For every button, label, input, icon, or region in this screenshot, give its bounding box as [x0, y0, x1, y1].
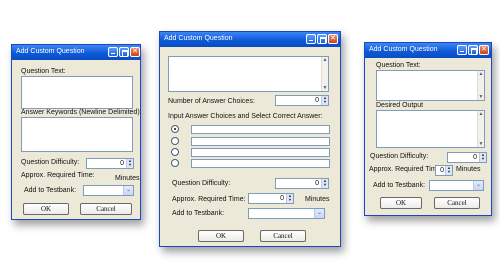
- close-icon[interactable]: ✕: [479, 45, 489, 55]
- spinner-arrows[interactable]: ▲ ▼: [321, 179, 328, 188]
- spinner-arrows[interactable]: ▲ ▼: [286, 194, 293, 203]
- scroll-up-icon[interactable]: ▲: [478, 71, 484, 77]
- left-dialog: Add Custom Question ✕ Question Text: Ans…: [11, 44, 142, 220]
- question-text-area[interactable]: ▲ ▼: [168, 56, 329, 92]
- window-title: Add Custom Question: [369, 46, 438, 53]
- choice-radio-1[interactable]: [171, 125, 179, 133]
- answer-keywords-label: Answer Keywords (Newline Delimited):: [21, 109, 142, 116]
- middle-dialog: Add Custom Question ✕ ▲ ▼ Number of Answ…: [159, 31, 341, 247]
- title-bar[interactable]: Add Custom Question ✕: [160, 32, 340, 47]
- testbank-label: Add to Testbank:: [24, 187, 77, 194]
- spin-down-icon[interactable]: ▼: [322, 183, 328, 187]
- question-text-label: Question Text:: [376, 62, 421, 69]
- time-label: Approx. Required Time:: [172, 196, 246, 203]
- title-bar[interactable]: Add Custom Question ✕: [12, 45, 140, 60]
- choice-radio-4[interactable]: [171, 159, 179, 167]
- instructions-label: Input Answer Choices and Select Correct …: [168, 113, 323, 120]
- spin-down-icon[interactable]: ▼: [480, 157, 486, 161]
- spinner-arrows[interactable]: ▲ ▼: [445, 166, 452, 175]
- close-icon[interactable]: ✕: [328, 34, 338, 44]
- spin-down-icon[interactable]: ▼: [287, 198, 293, 202]
- testbank-label: Add to Testbank:: [373, 182, 426, 189]
- num-choices-spinner[interactable]: 0 ▲ ▼: [275, 95, 329, 106]
- question-text-area[interactable]: [21, 76, 133, 109]
- ok-button[interactable]: OK: [23, 203, 69, 215]
- difficulty-label: Question Difficulty:: [370, 153, 429, 160]
- spinner-arrows[interactable]: ▲ ▼: [126, 159, 133, 168]
- title-bar[interactable]: Add Custom Question ✕: [365, 43, 491, 58]
- choice-input-4[interactable]: [191, 159, 330, 168]
- ok-button[interactable]: OK: [380, 197, 422, 209]
- scroll-up-icon[interactable]: ▲: [478, 111, 484, 117]
- spinner-arrows[interactable]: ▲ ▼: [479, 153, 486, 162]
- difficulty-spinner[interactable]: 0 ▲ ▼: [275, 178, 329, 189]
- minimize-icon[interactable]: [457, 45, 467, 55]
- time-spinner[interactable]: 0 ▲ ▼: [248, 193, 294, 204]
- time-value: 0: [440, 167, 444, 174]
- scroll-down-icon[interactable]: ▼: [478, 94, 484, 100]
- testbank-select[interactable]: ⌄: [429, 180, 484, 191]
- spin-down-icon[interactable]: ▼: [446, 170, 452, 174]
- vertical-scrollbar[interactable]: ▲ ▼: [321, 57, 328, 91]
- time-spinner[interactable]: 0 ▲ ▼: [435, 165, 453, 176]
- scroll-down-icon[interactable]: ▼: [322, 85, 328, 91]
- testbank-select[interactable]: ⌄: [83, 185, 134, 196]
- answer-keywords-area[interactable]: [21, 117, 133, 152]
- spinner-arrows[interactable]: ▲ ▼: [321, 96, 328, 105]
- spin-down-icon[interactable]: ▼: [322, 100, 328, 104]
- difficulty-label: Question Difficulty:: [21, 159, 80, 166]
- question-text-label: Question Text:: [21, 68, 66, 75]
- ok-button[interactable]: OK: [198, 230, 244, 242]
- time-label: Approx. Required Time:: [369, 166, 443, 173]
- chevron-down-icon[interactable]: ⌄: [123, 186, 133, 195]
- spin-down-icon[interactable]: ▼: [127, 163, 133, 167]
- testbank-label: Add to Testbank:: [172, 210, 225, 217]
- window-title: Add Custom Question: [164, 35, 233, 42]
- chevron-down-icon[interactable]: ⌄: [314, 209, 324, 218]
- num-choices-value: 0: [315, 97, 319, 104]
- cancel-button[interactable]: Cancel: [260, 230, 306, 242]
- window-title: Add Custom Question: [16, 48, 85, 55]
- scroll-down-icon[interactable]: ▼: [478, 141, 484, 147]
- minimize-icon[interactable]: [306, 34, 316, 44]
- time-unit: Minutes: [305, 196, 330, 203]
- maximize-icon[interactable]: [119, 47, 129, 57]
- minimize-icon[interactable]: [108, 47, 118, 57]
- time-value: 0: [280, 195, 284, 202]
- difficulty-value: 0: [315, 180, 319, 187]
- right-dialog: Add Custom Question ✕ Question Text: ▲ ▼…: [364, 42, 492, 216]
- choice-radio-3[interactable]: [171, 148, 179, 156]
- cancel-button[interactable]: Cancel: [80, 203, 132, 215]
- question-text-area[interactable]: ▲ ▼: [376, 70, 485, 101]
- desired-output-area[interactable]: ▲ ▼: [376, 110, 485, 148]
- difficulty-value: 0: [473, 154, 477, 161]
- time-unit: Minutes: [456, 166, 481, 173]
- vertical-scrollbar[interactable]: ▲ ▼: [477, 71, 484, 100]
- time-label: Approx. Required Time:: [21, 172, 95, 179]
- maximize-icon[interactable]: [317, 34, 327, 44]
- time-unit: Minutes: [115, 175, 140, 182]
- choice-input-3[interactable]: [191, 148, 330, 157]
- scroll-up-icon[interactable]: ▲: [322, 57, 328, 63]
- difficulty-spinner[interactable]: 0 ▲ ▼: [447, 152, 487, 163]
- close-icon[interactable]: ✕: [130, 47, 140, 57]
- num-choices-label: Number of Answer Choices:: [168, 98, 255, 105]
- maximize-icon[interactable]: [468, 45, 478, 55]
- difficulty-label: Question Difficulty:: [172, 180, 231, 187]
- difficulty-value: 0: [120, 160, 124, 167]
- vertical-scrollbar[interactable]: ▲ ▼: [477, 111, 484, 147]
- chevron-down-icon[interactable]: ⌄: [473, 181, 483, 190]
- testbank-select[interactable]: ⌄: [248, 208, 325, 219]
- choice-radio-2[interactable]: [171, 137, 179, 145]
- difficulty-spinner[interactable]: 0 ▲ ▼: [86, 158, 134, 169]
- choice-input-1[interactable]: [191, 125, 330, 134]
- desired-output-label: Desired Output: [376, 102, 424, 109]
- cancel-button[interactable]: Cancel: [434, 197, 480, 209]
- choice-input-2[interactable]: [191, 137, 330, 146]
